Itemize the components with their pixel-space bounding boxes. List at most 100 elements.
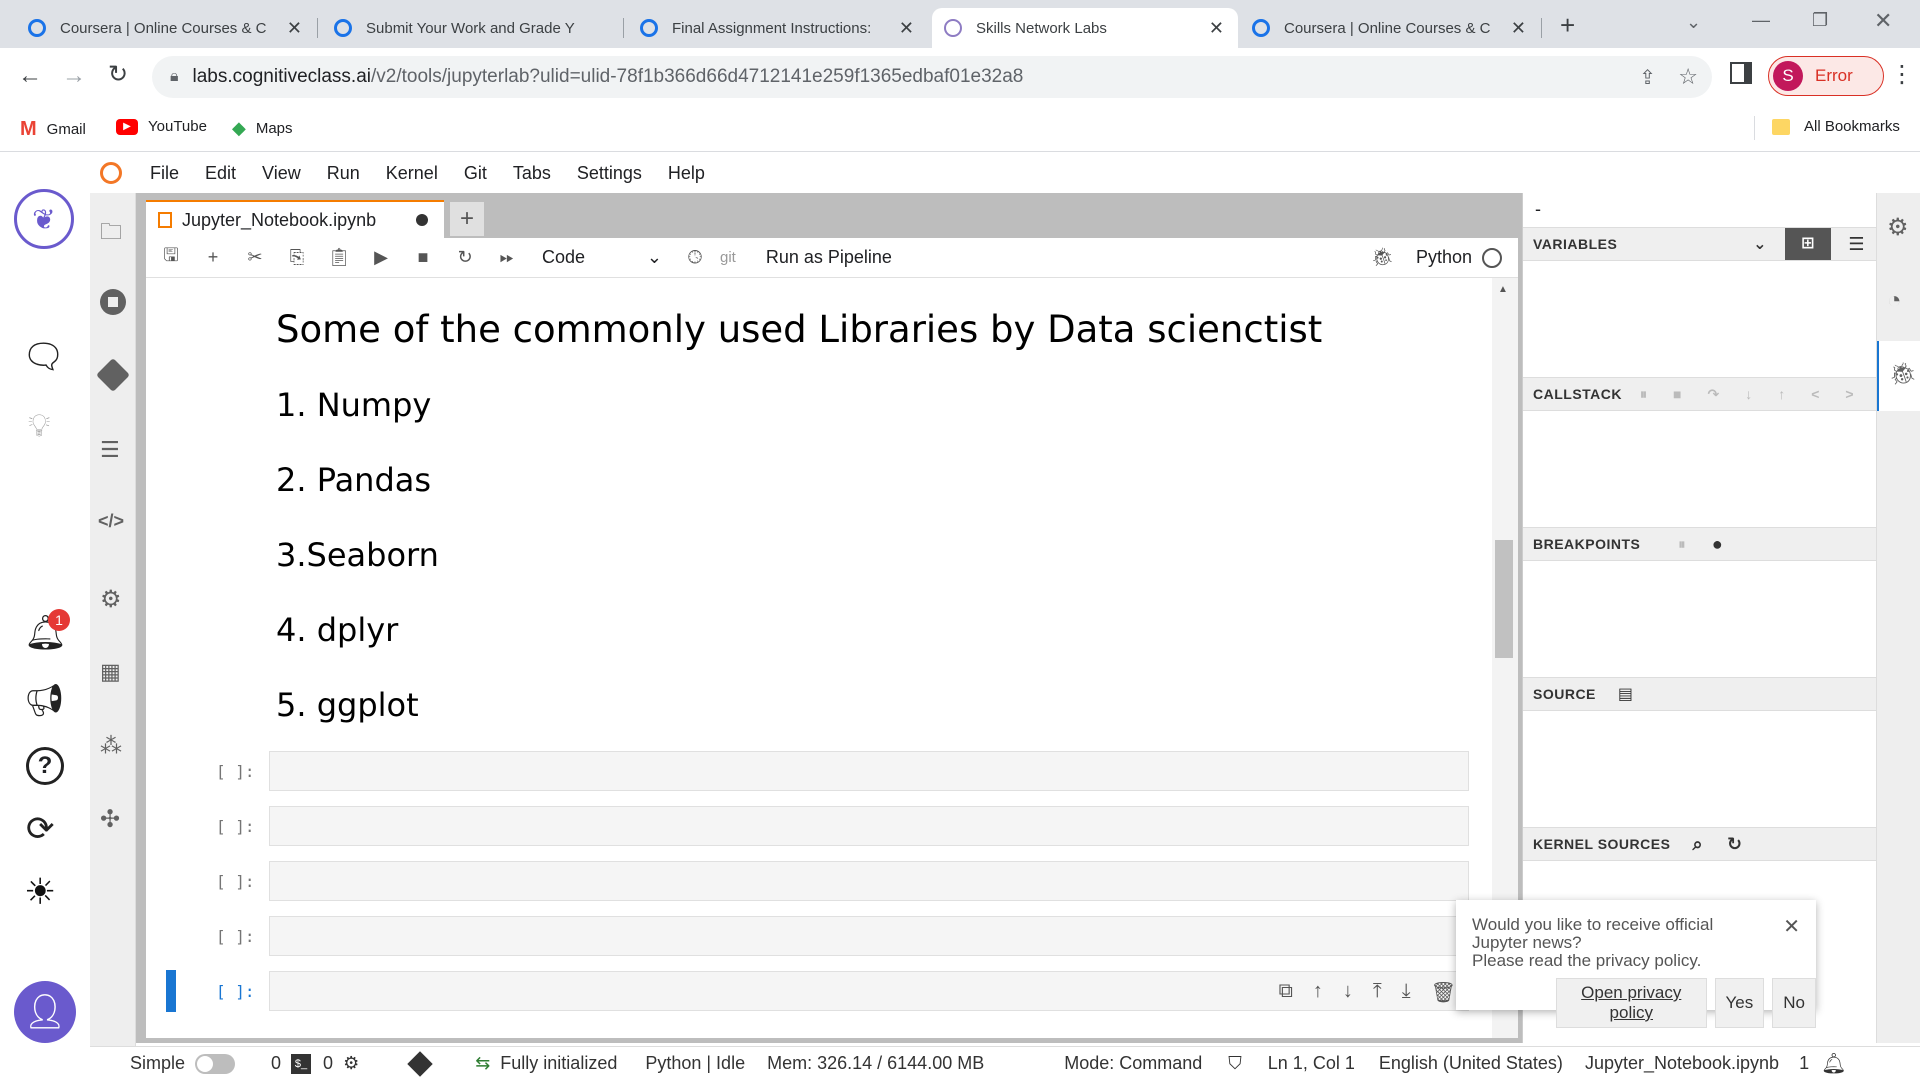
close-icon[interactable]: ✕ xyxy=(1209,18,1224,39)
menu-tabs[interactable]: Tabs xyxy=(513,163,551,184)
kernel-name[interactable]: Python xyxy=(1416,247,1472,268)
settings-gears-icon[interactable]: ⚙ xyxy=(1887,213,1909,242)
user-avatar-icon[interactable]: 👤︎ xyxy=(14,981,76,1043)
code-snippets-icon[interactable]: </> xyxy=(98,511,124,532)
new-tab-icon[interactable]: + xyxy=(1560,10,1575,41)
code-cell-active[interactable]: ⧉ ↑ ↓ ⤒ ⤓ 🗑︎ xyxy=(269,971,1469,1011)
forward-icon[interactable]: → xyxy=(62,62,86,90)
pause-icon[interactable]: ⏸ xyxy=(1678,536,1686,553)
sidepanel-icon[interactable] xyxy=(1730,62,1752,84)
lightbulb-icon[interactable]: 💡︎ xyxy=(28,407,50,445)
search-icon[interactable]: ⌕ xyxy=(1692,834,1703,855)
callstack-controls-icon[interactable]: ⏸■↷↓↑<> xyxy=(1640,386,1880,403)
profile-error-button[interactable]: S Error xyxy=(1768,56,1884,96)
git-icon[interactable] xyxy=(96,358,130,392)
move-up-icon[interactable]: ↑ xyxy=(1313,980,1323,1005)
insert-cell-icon[interactable]: + xyxy=(192,247,234,268)
restart-icon[interactable]: ↻ xyxy=(444,247,486,268)
close-icon[interactable]: ✕ xyxy=(287,18,302,39)
unsaved-dot-icon[interactable] xyxy=(416,214,428,226)
menu-settings[interactable]: Settings xyxy=(577,163,642,184)
code-cell[interactable] xyxy=(269,751,1469,791)
tree-view-icon[interactable]: ⊞ xyxy=(1785,228,1831,260)
browser-tab[interactable]: Submit Your Work and Grade Y xyxy=(322,8,622,48)
url-field[interactable]: 🔒︎ labs.cognitiveclass.ai/v2/tools/jupyt… xyxy=(152,56,1712,98)
scroll-up-icon[interactable]: ▲ xyxy=(1498,284,1508,295)
cell-type-select[interactable]: Code ⌄ xyxy=(542,247,662,268)
all-bookmarks[interactable]: All Bookmarks xyxy=(1772,118,1900,135)
menu-help[interactable]: Help xyxy=(668,163,705,184)
code-cell[interactable] xyxy=(269,806,1469,846)
minimize-icon[interactable]: — xyxy=(1752,10,1770,31)
help-icon[interactable]: ? xyxy=(26,747,64,785)
restore-icon[interactable]: ❐ xyxy=(1812,10,1828,31)
menu-edit[interactable]: Edit xyxy=(205,163,236,184)
browser-tab[interactable]: Coursera | Online Courses & C ✕ xyxy=(1240,8,1540,48)
insert-below-icon[interactable]: ⤓ xyxy=(1402,980,1411,1005)
chat-icon[interactable]: 🗨︎ xyxy=(22,337,65,377)
extensions-grid-icon[interactable]: ⁂ xyxy=(100,733,122,759)
terminal-icon[interactable]: $_ xyxy=(291,1053,312,1074)
close-icon[interactable]: ✕ xyxy=(1783,914,1800,939)
menu-view[interactable]: View xyxy=(262,163,301,184)
close-window-icon[interactable]: ✕ xyxy=(1874,8,1892,34)
sync-icon[interactable]: ⟳ xyxy=(26,809,55,849)
stop-icon[interactable]: ■ xyxy=(402,247,444,268)
browser-tab[interactable]: Coursera | Online Courses & C ✕ xyxy=(16,8,316,48)
notebook-tab[interactable]: Jupyter_Notebook.ipynb xyxy=(146,200,444,238)
delete-cell-icon[interactable]: 🗑︎ xyxy=(1431,980,1456,1005)
folder-icon[interactable]: 🗀 xyxy=(100,215,122,253)
language-indicator[interactable]: English (United States) xyxy=(1379,1053,1563,1074)
add-tab-button[interactable]: + xyxy=(450,202,484,236)
browser-tab-active[interactable]: Skills Network Labs ✕ xyxy=(932,8,1238,48)
move-down-icon[interactable]: ↓ xyxy=(1343,980,1353,1005)
chevron-down-icon[interactable]: ⌄ xyxy=(1753,234,1767,254)
table-of-contents-icon[interactable]: ☰ xyxy=(100,437,120,463)
bookmark-youtube[interactable]: ▶ YouTube xyxy=(116,118,207,135)
git-status-icon[interactable] xyxy=(407,1050,433,1077)
scrollbar-thumb[interactable] xyxy=(1495,540,1513,658)
dashboard-icon[interactable]: ▦ xyxy=(100,659,121,685)
clock-icon[interactable]: 🕓︎ xyxy=(674,247,716,268)
close-icon[interactable]: ✕ xyxy=(899,18,914,39)
cut-icon[interactable]: ✂ xyxy=(234,247,276,268)
close-icon[interactable]: ✕ xyxy=(1511,18,1526,39)
bookmark-gmail[interactable]: M Gmail xyxy=(20,118,86,141)
paste-icon[interactable]: 📋︎ xyxy=(318,247,360,268)
code-cell[interactable] xyxy=(269,916,1469,956)
run-icon[interactable]: ▶ xyxy=(360,247,402,268)
simple-mode-toggle[interactable] xyxy=(195,1053,236,1074)
kebab-menu-icon[interactable]: ⋮ xyxy=(1890,60,1914,89)
menu-git[interactable]: Git xyxy=(464,163,487,184)
back-icon[interactable]: ← xyxy=(18,62,42,90)
remove-breakpoints-icon[interactable]: ● xyxy=(1712,534,1723,555)
menu-kernel[interactable]: Kernel xyxy=(386,163,438,184)
puzzle-icon[interactable]: ✣ xyxy=(100,805,120,834)
insert-above-icon[interactable]: ⤒ xyxy=(1373,980,1382,1005)
save-icon[interactable]: 🖫 xyxy=(150,243,192,273)
fast-forward-icon[interactable]: ⏩︎ xyxy=(486,247,528,268)
kernel-status[interactable]: Python | Idle xyxy=(645,1053,745,1074)
skills-network-logo[interactable]: ❦ xyxy=(14,189,74,249)
menu-file[interactable]: File xyxy=(150,163,179,184)
cursor-position[interactable]: Ln 1, Col 1 xyxy=(1268,1053,1355,1074)
property-inspector-icon[interactable]: ⚙ xyxy=(100,585,122,614)
table-view-icon[interactable]: ☰ xyxy=(1848,234,1865,255)
yes-button[interactable]: Yes xyxy=(1714,978,1765,1028)
duplicate-cell-icon[interactable]: ⧉ xyxy=(1279,980,1293,1005)
brightness-icon[interactable]: ☀ xyxy=(24,871,56,913)
shield-icon[interactable]: ⛉ xyxy=(1228,1053,1242,1074)
menu-run[interactable]: Run xyxy=(327,163,360,184)
open-source-icon[interactable]: ▤ xyxy=(1618,684,1634,704)
browser-tab[interactable]: Final Assignment Instructions: ✕ xyxy=(628,8,928,48)
no-button[interactable]: No xyxy=(1772,978,1816,1028)
code-cell[interactable] xyxy=(269,861,1469,901)
tab-search-icon[interactable]: ⌄ xyxy=(1686,12,1701,33)
debugger-tab[interactable]: 🐞︎ xyxy=(1877,341,1920,411)
open-privacy-policy-button[interactable]: Open privacy policy xyxy=(1556,978,1707,1028)
cpu-icon[interactable]: ⚙ xyxy=(343,1053,359,1074)
reload-icon[interactable]: ↻ xyxy=(108,60,128,89)
git-diff-button[interactable]: git xyxy=(720,249,736,266)
lsp-status[interactable]: Fully initialized xyxy=(500,1053,617,1074)
debugger-bug-icon[interactable]: 🐞︎ xyxy=(1371,247,1394,268)
